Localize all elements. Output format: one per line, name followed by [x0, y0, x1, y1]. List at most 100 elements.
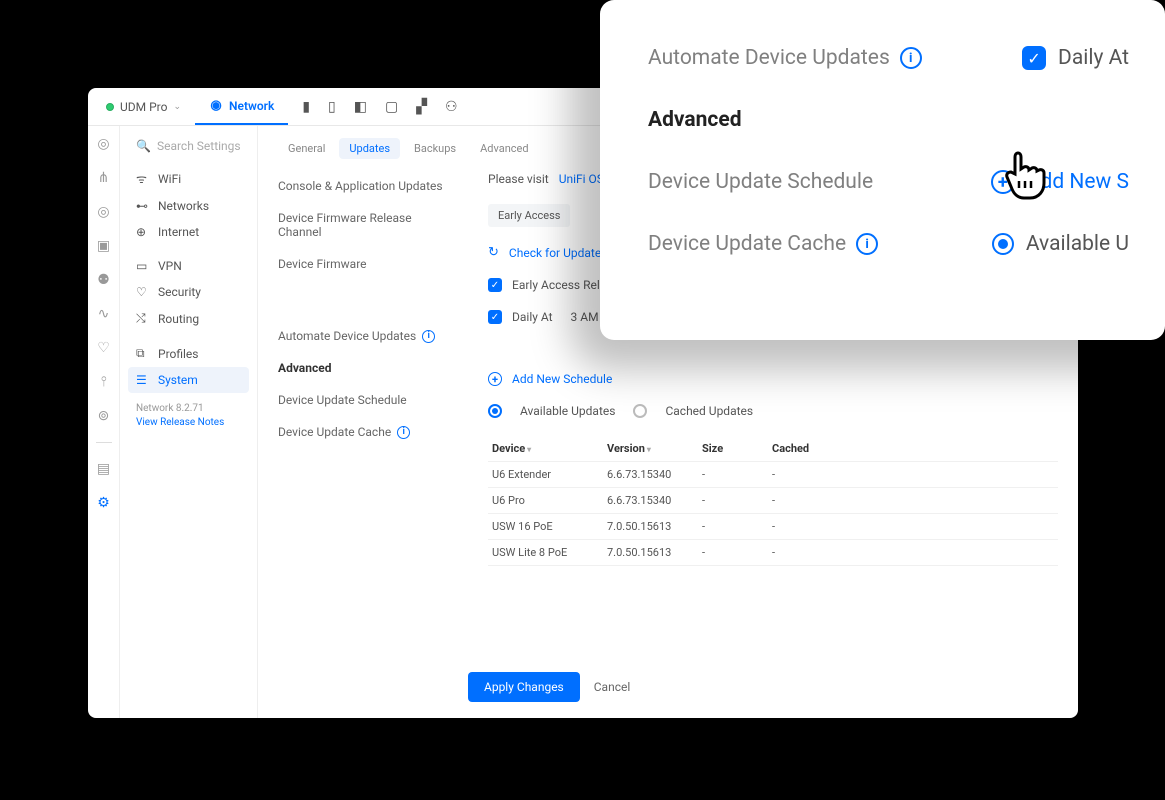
- app-icons: ▮ ▯ ◧ ▢ ▞ ⚇: [302, 99, 457, 115]
- add-schedule-link[interactable]: Add New Schedule: [512, 372, 612, 386]
- chevron-down-icon: ⌄: [173, 102, 181, 112]
- device-icon[interactable]: ▮: [302, 99, 310, 115]
- table-row[interactable]: U6 Pro6.6.73.15340--: [488, 488, 1058, 514]
- sidebar-footer: Network 8.2.71 View Release Notes: [128, 399, 249, 432]
- plus-icon[interactable]: +: [991, 170, 1015, 194]
- label-device-firmware: Device Firmware: [278, 257, 448, 271]
- check-updates-link[interactable]: Check for Updates: [509, 246, 607, 260]
- radio-cached-label: Cached Updates: [665, 404, 753, 418]
- plus-icon[interactable]: +: [488, 372, 502, 386]
- sub-tab-backups[interactable]: Backups: [404, 138, 466, 159]
- zoom-daily-label: Daily At: [1058, 46, 1129, 70]
- table-row[interactable]: USW Lite 8 PoE7.0.50.15613--: [488, 540, 1058, 566]
- action-bar: Apply Changes Cancel: [468, 672, 630, 702]
- rail-divider: [96, 442, 112, 443]
- checkbox-daily[interactable]: ✓: [488, 310, 502, 324]
- networks-icon: ⊷: [136, 199, 150, 213]
- system-icon: ☰: [136, 373, 150, 387]
- rail-stats-icon[interactable]: ⫯: [100, 374, 106, 390]
- daily-time[interactable]: 3 AM: [571, 310, 599, 324]
- label-schedule: Device Update Schedule: [278, 393, 448, 407]
- table-row[interactable]: USW 16 PoE7.0.50.15613--: [488, 514, 1058, 540]
- info-icon[interactable]: i: [900, 47, 922, 69]
- sidebar-item-label: System: [158, 373, 198, 387]
- tablet-icon[interactable]: ◧: [354, 99, 367, 115]
- info-icon[interactable]: i: [422, 330, 435, 343]
- search-placeholder: Search Settings: [157, 139, 241, 153]
- sidebar-item-routing[interactable]: ⤭Routing: [128, 305, 249, 332]
- rail-clients-icon[interactable]: ▣: [97, 238, 110, 254]
- rail-dashboard-icon[interactable]: ◎: [97, 136, 109, 152]
- globe-icon: ⊕: [136, 225, 150, 239]
- rail-settings-icon[interactable]: ⚙: [97, 495, 110, 511]
- col-device[interactable]: Device▾: [492, 442, 607, 455]
- checkbox-daily-zoom[interactable]: ✓: [1022, 46, 1046, 70]
- sidebar-item-label: WiFi: [158, 172, 181, 186]
- release-channel-select[interactable]: Early Access: [488, 204, 570, 227]
- radio-available-zoom[interactable]: [992, 233, 1014, 255]
- refresh-icon[interactable]: ↻: [488, 245, 499, 260]
- sidebar-item-system[interactable]: ☰ System: [128, 367, 249, 393]
- rail-users-icon[interactable]: ⚉: [97, 272, 110, 288]
- label-release-channel: Device Firmware Release Channel: [278, 211, 448, 239]
- sidebar-item-security[interactable]: ♡Security: [128, 279, 249, 305]
- apply-button[interactable]: Apply Changes: [468, 672, 580, 702]
- routing-icon: ⤭: [136, 311, 150, 326]
- rail-radio-icon[interactable]: ◎: [97, 204, 109, 220]
- zoom-add-new-link[interactable]: Add New S: [1027, 170, 1129, 194]
- col-size[interactable]: Size: [702, 442, 772, 455]
- cancel-button[interactable]: Cancel: [594, 680, 631, 694]
- table-row[interactable]: U6 Extender6.6.73.15340--: [488, 462, 1058, 488]
- rail-signal-icon[interactable]: ∿: [98, 306, 110, 322]
- search-input[interactable]: 🔍 Search Settings: [128, 134, 249, 158]
- sidebar-item-label: VPN: [158, 259, 182, 273]
- info-icon[interactable]: i: [856, 233, 878, 255]
- rail-notes-icon[interactable]: ▤: [97, 461, 110, 477]
- sidebar-item-wifi[interactable]: ᯤ WiFi: [128, 164, 249, 193]
- zoom-panel: Automate Device Updatesi ✓Daily At Advan…: [600, 0, 1165, 340]
- user-icon[interactable]: ⚇: [445, 99, 458, 115]
- sort-icon: ▾: [647, 445, 651, 454]
- status-dot-icon: [106, 103, 114, 111]
- checkbox-early-access[interactable]: ✓: [488, 278, 502, 292]
- label-advanced: Advanced: [278, 361, 448, 375]
- tab-network[interactable]: ◉ Network: [195, 88, 288, 125]
- radio-cached[interactable]: [633, 404, 647, 418]
- label-console-updates: Console & Application Updates: [278, 179, 448, 193]
- zoom-schedule-label: Device Update Schedule: [648, 170, 873, 194]
- rail-wifi-icon[interactable]: ⊚: [98, 408, 110, 424]
- sub-tabs: General Updates Backups Advanced: [278, 138, 448, 159]
- nav-rail: ◎ ⋔ ◎ ▣ ⚉ ∿ ♡ ⫯ ⊚ ▤ ⚙: [88, 126, 120, 718]
- sidebar-item-vpn[interactable]: ▭ VPN: [128, 253, 249, 279]
- phone-icon[interactable]: ▯: [328, 99, 336, 115]
- rail-topology-icon[interactable]: ⋔: [98, 170, 110, 186]
- radio-available-label: Available Updates: [520, 404, 615, 418]
- console-picker[interactable]: UDM Pro ⌄: [96, 96, 191, 118]
- sidebar-item-networks[interactable]: ⊷ Networks: [128, 193, 249, 219]
- sidebar-item-label: Internet: [158, 225, 199, 239]
- info-icon[interactable]: i: [397, 426, 410, 439]
- radio-available[interactable]: [488, 404, 502, 418]
- daily-label: Daily At: [512, 310, 553, 324]
- vpn-icon: ▭: [136, 259, 150, 273]
- sidebar-item-label: Networks: [158, 199, 209, 213]
- settings-sidebar: 🔍 Search Settings ᯤ WiFi ⊷ Networks ⊕ Inter…: [120, 126, 258, 718]
- sidebar-item-label: Profiles: [158, 347, 199, 361]
- wifi-icon: ᯤ: [136, 170, 150, 187]
- chart-icon[interactable]: ▞: [416, 99, 427, 115]
- release-notes-link[interactable]: View Release Notes: [136, 417, 241, 428]
- network-icon: ◉: [209, 99, 223, 113]
- sidebar-item-internet[interactable]: ⊕ Internet: [128, 219, 249, 245]
- sub-tab-general[interactable]: General: [278, 138, 335, 159]
- sidebar-item-profiles[interactable]: ⧉Profiles: [128, 340, 249, 367]
- sub-tab-updates[interactable]: Updates: [339, 138, 400, 159]
- col-version[interactable]: Version▾: [607, 442, 702, 455]
- console-name: UDM Pro: [120, 100, 167, 114]
- sort-icon: ▾: [527, 445, 531, 454]
- zoom-available-label: Available U: [1026, 232, 1129, 256]
- col-cached[interactable]: Cached: [772, 442, 842, 455]
- zoom-cache-label: Device Update Cache: [648, 232, 846, 256]
- display-icon[interactable]: ▢: [385, 99, 398, 115]
- zoom-advanced-label: Advanced: [648, 108, 742, 132]
- rail-shield-icon[interactable]: ♡: [97, 340, 110, 356]
